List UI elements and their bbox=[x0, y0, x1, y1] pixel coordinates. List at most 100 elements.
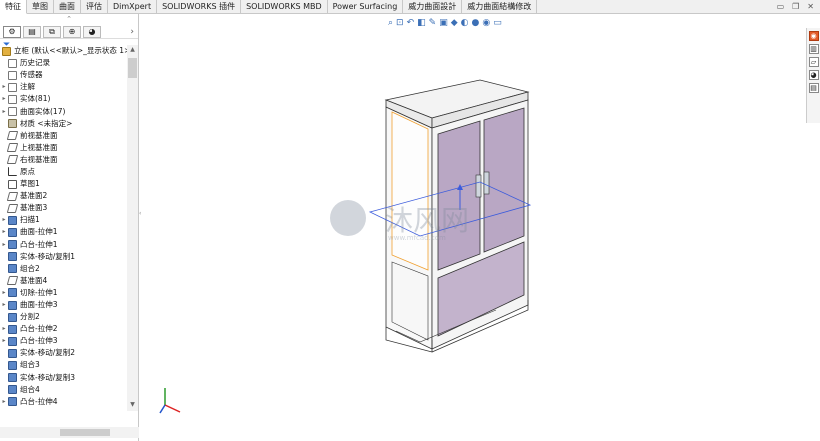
tab-8[interactable]: 威力曲面設計 bbox=[403, 0, 463, 14]
tab-1[interactable]: 草图 bbox=[27, 0, 54, 14]
collapse-chevron-icon[interactable]: ⌃ bbox=[0, 14, 138, 25]
previous-view-icon[interactable]: ↶ bbox=[407, 18, 415, 28]
expand-arrow-icon[interactable]: ▸ bbox=[0, 396, 8, 408]
feature-tree-item[interactable]: 基准面2 bbox=[0, 190, 127, 202]
tab-4[interactable]: DimXpert bbox=[108, 0, 158, 14]
feature-tree-item[interactable]: ▸ 凸台-拉伸4 bbox=[0, 396, 127, 408]
feature-tree-item[interactable]: 原点 bbox=[0, 166, 127, 178]
feature-tree-item[interactable]: ▸ 实体(81) bbox=[0, 93, 127, 105]
tab-6[interactable]: SOLIDWORKS MBD bbox=[241, 0, 328, 14]
feature-tree-item-label: 原点 bbox=[20, 166, 35, 176]
feature-tree-item[interactable]: 材质 <未指定> bbox=[0, 118, 127, 130]
expand-arrow-icon[interactable]: ▸ bbox=[0, 323, 8, 335]
zoom-to-fit-icon[interactable]: ⌕ bbox=[388, 18, 393, 28]
feature-tree-item[interactable]: ▸ 凸台-拉伸1 bbox=[0, 239, 127, 251]
feature-tree-item[interactable]: 前视基准面 bbox=[0, 130, 127, 142]
feature-tree-item[interactable]: ▸ 凸台-拉伸3 bbox=[0, 335, 127, 347]
feature-tree-item-label: 上视基准面 bbox=[20, 142, 58, 152]
expand-arrow-icon[interactable]: ▸ bbox=[0, 226, 8, 238]
feature-tree-item[interactable]: 草图1 bbox=[0, 178, 127, 190]
tab-5[interactable]: SOLIDWORKS 插件 bbox=[157, 0, 242, 14]
horizontal-scroll-thumb[interactable] bbox=[60, 429, 110, 436]
heads-up-view-toolbar: ⌕ ⊡ ↶ ◧ ✎ ▣ ◆ ◐ ● ◉ ▭ bbox=[388, 16, 502, 29]
dynamic-annotation-icon[interactable]: ✎ bbox=[429, 18, 437, 28]
appearances-icon[interactable]: ◕ bbox=[808, 70, 819, 80]
view-orientation-icon[interactable]: ▣ bbox=[439, 18, 448, 28]
expand-arrow-icon[interactable]: ▸ bbox=[0, 106, 8, 118]
feature-tree-item[interactable]: 实体-移动/复制2 bbox=[0, 347, 127, 359]
tab-2[interactable]: 曲面 bbox=[54, 0, 81, 14]
boss-extrude-icon bbox=[8, 336, 17, 346]
feature-tree-item[interactable]: ▸ 曲面-拉伸1 bbox=[0, 226, 127, 238]
edit-appearance-icon[interactable]: ● bbox=[472, 18, 480, 28]
feature-tree-item-label: 前视基准面 bbox=[20, 130, 58, 140]
design-library-icon[interactable]: ▥ bbox=[808, 44, 819, 54]
tree-scroll-thumb[interactable] bbox=[128, 58, 137, 78]
surface-bodies-icon bbox=[8, 107, 17, 117]
watermark: 沐风网 www.mfcad.com bbox=[330, 200, 469, 242]
expand-arrow-icon[interactable]: ▸ bbox=[0, 287, 8, 299]
tab-0[interactable]: 特征 bbox=[0, 0, 27, 14]
solidworks-resources-icon[interactable]: ◉ bbox=[808, 31, 819, 41]
hide-show-icon[interactable]: ◐ bbox=[461, 18, 469, 28]
sweep-icon bbox=[8, 215, 17, 225]
expand-arrow-icon[interactable]: ▸ bbox=[0, 93, 8, 105]
configuration-manager-tab-icon[interactable]: ⧉ bbox=[43, 25, 61, 38]
feature-tree-item-label: 基准面4 bbox=[20, 275, 48, 285]
feature-tree-item[interactable]: 右视基准面 bbox=[0, 154, 127, 166]
restore-icon[interactable]: ❐ bbox=[792, 2, 799, 11]
feature-tree-item[interactable]: ▸ 曲面-拉伸3 bbox=[0, 299, 127, 311]
material-icon bbox=[8, 119, 17, 129]
feature-tree-item[interactable]: ▸ 曲面实体(17) bbox=[0, 105, 127, 117]
expand-arrow-icon[interactable]: ▸ bbox=[0, 335, 8, 347]
feature-tree-item[interactable]: 分割2 bbox=[0, 311, 127, 323]
close-icon[interactable]: ✕ bbox=[807, 2, 814, 11]
feature-tree-item-label: 曲面-拉伸3 bbox=[20, 300, 58, 310]
feature-tree-item-label: 切除-拉伸1 bbox=[20, 287, 58, 297]
feature-tree-item[interactable]: 组合4 bbox=[0, 384, 127, 396]
task-pane: ◉ ▥ ▱ ◕ ▤ bbox=[806, 28, 820, 123]
feature-tree-item[interactable]: 上视基准面 bbox=[0, 142, 127, 154]
solid-bodies-icon bbox=[8, 94, 17, 104]
feature-tree-item[interactable]: 实体-移动/复制1 bbox=[0, 251, 127, 263]
feature-tree-item[interactable]: 传感器 bbox=[0, 69, 127, 81]
display-manager-tab-icon[interactable]: ◕ bbox=[83, 25, 101, 38]
feature-tree-item[interactable]: 基准面4 bbox=[0, 275, 127, 287]
expand-arrow-icon[interactable]: ▸ bbox=[0, 81, 8, 93]
section-view-icon[interactable]: ◧ bbox=[417, 18, 426, 28]
dimxpert-manager-tab-icon[interactable]: ⊕ bbox=[63, 25, 81, 38]
file-explorer-icon[interactable]: ▱ bbox=[808, 57, 819, 67]
expand-arrow-icon[interactable]: ▸ bbox=[0, 214, 8, 226]
property-manager-tab-icon[interactable]: ▤ bbox=[23, 25, 41, 38]
chevron-right-icon[interactable]: › bbox=[130, 27, 134, 37]
display-style-icon[interactable]: ◆ bbox=[451, 18, 458, 28]
tab-7[interactable]: Power Surfacing bbox=[328, 0, 404, 14]
feature-tree-item[interactable]: 历史记录 bbox=[0, 57, 127, 69]
feature-manager-tab-icon[interactable]: ⚙ bbox=[3, 25, 21, 38]
expand-arrow-icon[interactable]: ▸ bbox=[0, 239, 8, 251]
tree-scrollbar[interactable] bbox=[127, 45, 138, 411]
custom-properties-icon[interactable]: ▤ bbox=[808, 83, 819, 93]
tab-3[interactable]: 评估 bbox=[81, 0, 108, 14]
scroll-down-icon[interactable]: ▼ bbox=[128, 401, 137, 410]
apply-scene-icon[interactable]: ◉ bbox=[482, 18, 490, 28]
scroll-up-icon[interactable]: ▲ bbox=[128, 46, 137, 55]
feature-tree-item-label: 凸台-拉伸1 bbox=[20, 239, 58, 249]
feature-tree-item[interactable]: ▸ 注解 bbox=[0, 81, 127, 93]
view-settings-icon[interactable]: ▭ bbox=[493, 18, 502, 28]
graphics-area[interactable]: 沐风网 www.mfcad.com bbox=[143, 30, 805, 441]
expand-arrow-icon[interactable]: ▸ bbox=[0, 299, 8, 311]
feature-tree-item[interactable]: 实体-移动/复制3 bbox=[0, 372, 127, 384]
feature-tree-item[interactable]: 组合3 bbox=[0, 359, 127, 371]
plane-icon bbox=[6, 155, 19, 165]
tab-9[interactable]: 威力曲面結構修改 bbox=[462, 0, 538, 14]
feature-tree-item-label: 组合3 bbox=[20, 360, 40, 370]
minimize-icon[interactable]: ▭ bbox=[777, 2, 785, 11]
feature-tree-item[interactable]: ▸ 凸台-拉伸2 bbox=[0, 323, 127, 335]
zoom-area-icon[interactable]: ⊡ bbox=[396, 18, 404, 28]
feature-tree-item[interactable]: 基准面3 bbox=[0, 202, 127, 214]
feature-tree-item[interactable]: ▸ 切除-拉伸1 bbox=[0, 287, 127, 299]
feature-tree-item[interactable]: 组合2 bbox=[0, 263, 127, 275]
feature-tree-item[interactable]: ▸ 扫描1 bbox=[0, 214, 127, 226]
feature-tree-root[interactable]: 立柜 (默认<<默认>_显示状态 1>) bbox=[0, 45, 127, 57]
